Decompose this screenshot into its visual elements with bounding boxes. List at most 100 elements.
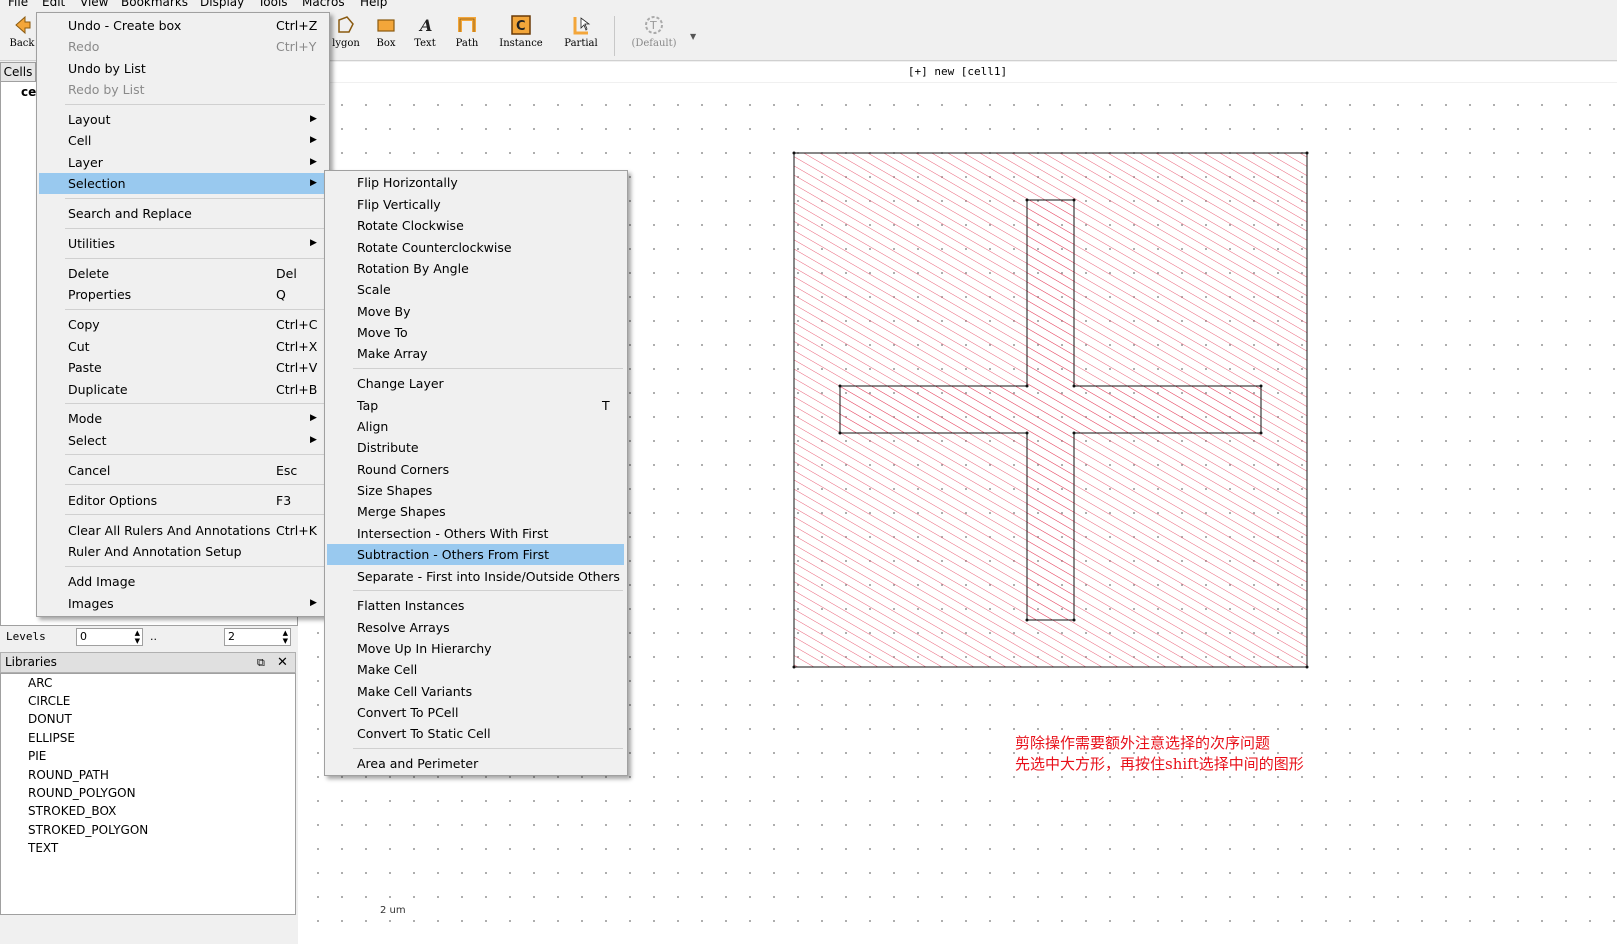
menu-item-cut[interactable]: Cut Ctrl+X: [39, 336, 327, 357]
library-item[interactable]: DONUT: [28, 712, 72, 726]
menu-tools[interactable]: Tools: [258, 0, 288, 9]
menu-item-move-up-hierarchy[interactable]: Move Up In Hierarchy: [327, 638, 624, 659]
polygon-icon: [338, 16, 354, 33]
scale-label: 2 um: [380, 905, 406, 916]
menu-item-intersection[interactable]: Intersection - Others With First: [327, 523, 624, 544]
menu-item-undo[interactable]: Undo - Create box Ctrl+Z: [39, 15, 327, 36]
menu-item-rotate-clockwise[interactable]: Rotate Clockwise: [327, 215, 624, 236]
instance-icon: C: [511, 15, 531, 35]
partial-button[interactable]: Partial: [560, 14, 602, 49]
menu-help[interactable]: Help: [360, 0, 387, 9]
submenu-arrow-icon: ▶: [310, 435, 317, 445]
menu-item-convert-to-static-cell[interactable]: Convert To Static Cell: [327, 723, 624, 744]
spin-arrows-icon[interactable]: ▲ ▼: [135, 629, 140, 645]
menu-item-area-perimeter[interactable]: Area and Perimeter: [327, 753, 624, 774]
menu-item-make-array[interactable]: Make Array: [327, 343, 624, 364]
menu-item-selection[interactable]: Selection ▶: [39, 173, 327, 194]
layout-view-title: [+] new [cell1]: [298, 62, 1617, 82]
menu-view[interactable]: View: [80, 0, 108, 9]
library-item[interactable]: ELLIPSE: [28, 731, 75, 745]
menu-display[interactable]: Display: [200, 0, 244, 9]
menu-item-separate[interactable]: Separate - First into Inside/Outside Oth…: [327, 566, 624, 587]
menu-item-align[interactable]: Align: [327, 416, 624, 437]
menu-item-resolve-arrays[interactable]: Resolve Arrays: [327, 617, 624, 638]
menu-item-cell[interactable]: Cell ▶: [39, 130, 327, 151]
library-item[interactable]: CIRCLE: [28, 694, 70, 708]
menu-item-utilities[interactable]: Utilities ▶: [39, 233, 327, 254]
menu-item-search-replace[interactable]: Search and Replace: [39, 203, 327, 224]
library-item[interactable]: STROKED_BOX: [28, 804, 116, 818]
tab-cells[interactable]: Cells: [0, 62, 36, 82]
polygon-button[interactable]: lygon: [326, 14, 366, 49]
menu-item-flip-horizontally[interactable]: Flip Horizontally: [327, 172, 624, 193]
close-icon[interactable]: ✕: [277, 653, 288, 672]
menu-file[interactable]: File: [8, 0, 28, 9]
menu-bookmarks[interactable]: Bookmarks: [121, 0, 188, 9]
library-item[interactable]: TEXT: [28, 841, 58, 855]
path-button[interactable]: Path: [452, 14, 482, 49]
menu-item-mode[interactable]: Mode ▶: [39, 408, 327, 429]
menu-separator: [65, 309, 325, 310]
menu-item-rotation-by-angle[interactable]: Rotation By Angle: [327, 258, 624, 279]
levels-from-spinbox[interactable]: 0 ▲ ▼: [76, 628, 143, 646]
menu-item-ruler-setup[interactable]: Ruler And Annotation Setup: [39, 541, 327, 562]
cell-tree-item[interactable]: ce: [21, 85, 36, 99]
chevron-down-icon[interactable]: ▼: [690, 32, 696, 41]
libraries-title: Libraries: [5, 655, 57, 669]
menu-item-round-corners[interactable]: Round Corners: [327, 459, 624, 480]
menu-item-flatten-instances[interactable]: Flatten Instances: [327, 595, 624, 616]
back-button[interactable]: Back: [8, 14, 36, 49]
library-item[interactable]: ROUND_PATH: [28, 768, 109, 782]
menu-item-redo-by-list[interactable]: Redo by List: [39, 79, 327, 100]
menu-macros[interactable]: Macros: [302, 0, 345, 9]
default-mode-button[interactable]: T (Default): [626, 14, 682, 49]
text-button[interactable]: A Text: [411, 14, 439, 49]
menu-item-convert-to-pcell[interactable]: Convert To PCell: [327, 702, 624, 723]
menu-item-layer[interactable]: Layer ▶: [39, 152, 327, 173]
menu-separator: [353, 748, 623, 749]
menu-separator: [65, 484, 325, 485]
spin-arrows-icon[interactable]: ▲ ▼: [283, 629, 288, 645]
levels-to-spinbox[interactable]: 2 ▲ ▼: [224, 628, 291, 646]
menu-item-tap[interactable]: Tap T: [327, 395, 624, 416]
menu-item-properties[interactable]: Properties Q: [39, 284, 327, 305]
menu-item-redo[interactable]: Redo Ctrl+Y: [39, 36, 327, 57]
library-item[interactable]: ARC: [28, 676, 52, 690]
submenu-arrow-icon: ▶: [310, 157, 317, 167]
menu-item-move-by[interactable]: Move By: [327, 301, 624, 322]
menu-item-make-cell-variants[interactable]: Make Cell Variants: [327, 681, 624, 702]
menu-item-move-to[interactable]: Move To: [327, 322, 624, 343]
menu-item-duplicate[interactable]: Duplicate Ctrl+B: [39, 379, 327, 400]
menu-item-editor-options[interactable]: Editor Options F3: [39, 490, 327, 511]
menu-item-add-image[interactable]: Add Image: [39, 571, 327, 592]
box-button[interactable]: Box: [372, 14, 400, 49]
menu-item-copy[interactable]: Copy Ctrl+C: [39, 314, 327, 335]
menu-item-subtraction[interactable]: Subtraction - Others From First: [327, 544, 624, 565]
menu-edit[interactable]: Edit: [42, 0, 65, 9]
menu-item-size-shapes[interactable]: Size Shapes: [327, 480, 624, 501]
menu-item-paste[interactable]: Paste Ctrl+V: [39, 357, 327, 378]
svg-text:C: C: [516, 19, 526, 34]
menu-item-images[interactable]: Images ▶: [39, 593, 327, 614]
menu-item-select[interactable]: Select ▶: [39, 430, 327, 451]
menu-item-layout[interactable]: Layout ▶: [39, 109, 327, 130]
menu-item-cancel[interactable]: Cancel Esc: [39, 460, 327, 481]
menu-item-clear-rulers[interactable]: Clear All Rulers And Annotations Ctrl+K: [39, 520, 327, 541]
library-item[interactable]: PIE: [28, 749, 46, 763]
menu-item-undo-by-list[interactable]: Undo by List: [39, 58, 327, 79]
menu-item-flip-vertically[interactable]: Flip Vertically: [327, 194, 624, 215]
box-icon: [377, 19, 395, 32]
float-window-icon[interactable]: ⧉: [257, 653, 265, 672]
menu-item-merge-shapes[interactable]: Merge Shapes: [327, 501, 624, 522]
menu-item-change-layer[interactable]: Change Layer: [327, 373, 624, 394]
note-line-2: 先选中大方形，再按住shift选择中间的图形: [1015, 755, 1304, 773]
instance-button[interactable]: C Instance: [496, 14, 546, 49]
menu-item-make-cell[interactable]: Make Cell: [327, 659, 624, 680]
library-item[interactable]: STROKED_POLYGON: [28, 823, 148, 837]
menu-item-delete[interactable]: Delete Del: [39, 263, 327, 284]
svg-text:T: T: [649, 19, 657, 32]
menu-item-distribute[interactable]: Distribute: [327, 437, 624, 458]
menu-item-rotate-counterclockwise[interactable]: Rotate Counterclockwise: [327, 237, 624, 258]
menu-item-scale[interactable]: Scale: [327, 279, 624, 300]
library-item[interactable]: ROUND_POLYGON: [28, 786, 136, 800]
